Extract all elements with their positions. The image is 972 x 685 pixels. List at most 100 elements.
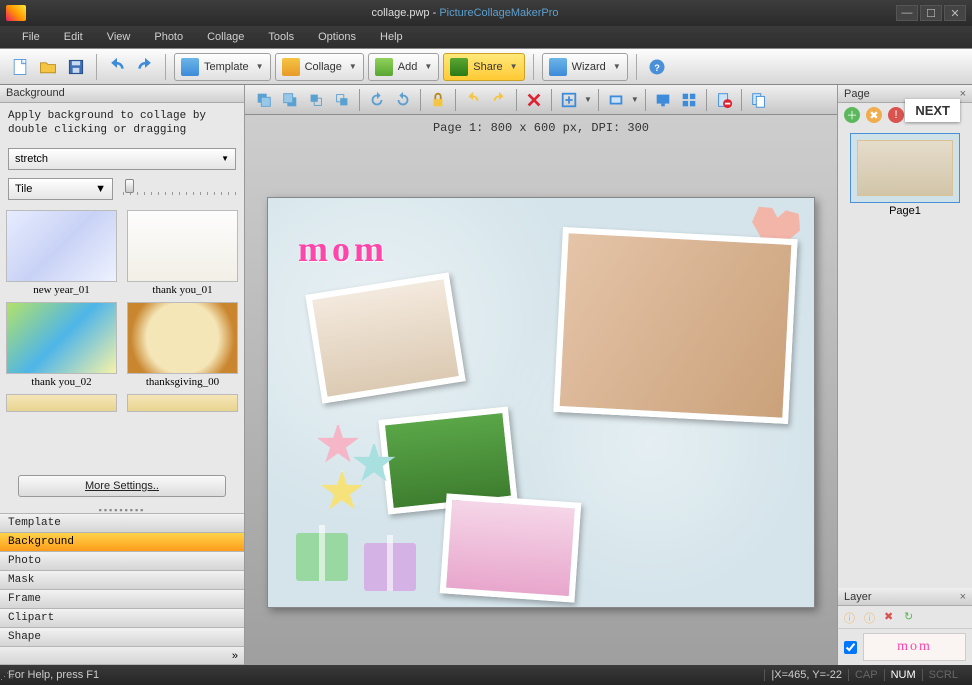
save-icon[interactable] [64, 55, 88, 79]
more-settings-button[interactable]: More Settings.. [18, 475, 226, 497]
add-dropdown[interactable]: Add▼ [368, 53, 440, 81]
page-thumbnail[interactable] [850, 133, 960, 203]
menu-edit[interactable]: Edit [54, 29, 93, 45]
status-bar: For Help, press F1 |X=465, Y=-22 CAP NUM… [0, 665, 972, 685]
background-hint: Apply background to collage by double cl… [0, 103, 244, 144]
tile-dropdown[interactable]: Tile▼ [8, 178, 113, 200]
layer-preview: mom [863, 633, 966, 661]
accordion-background[interactable]: Background [0, 533, 244, 552]
rotate-right-icon[interactable] [392, 89, 414, 111]
status-num: NUM [884, 669, 922, 681]
wizard-dropdown[interactable]: Wizard▼ [542, 53, 628, 81]
status-help: For Help, press F1 [8, 669, 99, 681]
copy-page-icon[interactable] [748, 89, 770, 111]
menu-bar: File Edit View Photo Collage Tools Optio… [0, 26, 972, 48]
open-icon[interactable] [36, 55, 60, 79]
fit-icon[interactable] [558, 89, 580, 111]
accordion-clipart[interactable]: Clipart [0, 609, 244, 628]
new-icon[interactable] [8, 55, 32, 79]
resize-grip-icon[interactable]: ⋰# [0, 671, 14, 685]
background-item[interactable] [127, 394, 238, 412]
send-back-icon[interactable] [253, 89, 275, 111]
status-coords: |X=465, Y=-22 [764, 669, 848, 681]
help-icon[interactable]: ? [645, 55, 669, 79]
next-button[interactable]: NEXT [905, 99, 960, 122]
background-item[interactable]: thank you_01 [127, 210, 238, 296]
stretch-dropdown[interactable]: stretch▼ [8, 148, 236, 170]
menu-view[interactable]: View [97, 29, 141, 45]
splitter-grip[interactable]: ▪▪▪▪▪▪▪▪▪ [0, 505, 244, 513]
redo2-icon[interactable] [488, 89, 510, 111]
accordion-template[interactable]: Template [0, 514, 244, 533]
title-bar: collage.pwp - PictureCollageMakerPro — ☐… [0, 0, 972, 26]
layer-visible-checkbox[interactable] [844, 641, 857, 654]
gift-sticker[interactable] [296, 533, 348, 581]
delete-icon[interactable] [523, 89, 545, 111]
menu-help[interactable]: Help [370, 29, 413, 45]
bring-front-icon[interactable] [279, 89, 301, 111]
undo-icon[interactable] [105, 55, 129, 79]
layer-info-icon[interactable]: ⓘ [844, 610, 858, 624]
right-panel: Page× ＋ ✖ ! ↻ ↯ Page1 Layer× ⓘ ⓘ ✖ ↻ mom [837, 85, 972, 665]
status-cap: CAP [848, 669, 884, 681]
canvas-toolbar: ▼ ▼ [245, 85, 837, 115]
accordion-photo[interactable]: Photo [0, 552, 244, 571]
page-panel-close-icon[interactable]: × [960, 88, 966, 100]
status-scrl: SCRL [922, 669, 964, 681]
preview-icon[interactable] [605, 89, 627, 111]
accordion-frame[interactable]: Frame [0, 590, 244, 609]
photo-main[interactable] [553, 226, 797, 423]
menu-file[interactable]: File [12, 29, 50, 45]
minimize-button[interactable]: — [896, 5, 918, 21]
collapse-strip[interactable]: » [0, 647, 244, 665]
main-toolbar: Template▼ Collage▼ Add▼ Share▼ Wizard▼ ? [0, 48, 972, 85]
canvas-area: ▼ ▼ Page 1: 800 x 600 px, DPI: 300 mom [245, 85, 837, 665]
background-item[interactable] [6, 394, 117, 412]
grid-icon[interactable] [678, 89, 700, 111]
accordion-mask[interactable]: Mask [0, 571, 244, 590]
menu-collage[interactable]: Collage [197, 29, 254, 45]
lock-icon[interactable] [427, 89, 449, 111]
remove-page-icon[interactable] [713, 89, 735, 111]
add-page-icon[interactable]: ＋ [844, 107, 860, 123]
mom-text[interactable]: mom [298, 228, 388, 270]
remove-page2-icon[interactable]: ✖ [866, 107, 882, 123]
display-icon[interactable] [652, 89, 674, 111]
layer-delete-icon[interactable]: ✖ [884, 610, 898, 624]
undo2-icon[interactable] [462, 89, 484, 111]
info-page-icon[interactable]: ! [888, 107, 904, 123]
layer-item[interactable]: mom [838, 628, 972, 665]
rotate-left-icon[interactable] [366, 89, 388, 111]
close-button[interactable]: ✕ [944, 5, 966, 21]
layer-refresh-icon[interactable]: ↻ [904, 610, 918, 624]
star-sticker[interactable] [320, 470, 364, 514]
bring-forward-icon[interactable] [331, 89, 353, 111]
photo-top-left[interactable] [305, 272, 465, 403]
star-sticker[interactable] [316, 423, 360, 467]
chevron-right-icon: » [232, 650, 238, 662]
menu-options[interactable]: Options [308, 29, 366, 45]
share-dropdown[interactable]: Share▼ [443, 53, 524, 81]
accordion-shape[interactable]: Shape [0, 628, 244, 647]
background-item[interactable]: new year_01 [6, 210, 117, 296]
layer-panel-close-icon[interactable]: × [960, 591, 966, 603]
send-backward-icon[interactable] [305, 89, 327, 111]
collage-dropdown[interactable]: Collage▼ [275, 53, 364, 81]
collage-canvas[interactable]: mom [267, 197, 815, 608]
background-grid: new year_01thank you_01thank you_02thank… [0, 204, 244, 469]
background-item[interactable]: thank you_02 [6, 302, 117, 388]
background-item[interactable]: thanksgiving_00 [127, 302, 238, 388]
preview-caret[interactable]: ▼ [631, 95, 639, 104]
layer-warn-icon[interactable]: ⓘ [864, 610, 878, 624]
redo-icon[interactable] [133, 55, 157, 79]
zoom-slider[interactable] [123, 179, 236, 199]
photo-bottom[interactable] [440, 493, 582, 602]
maximize-button[interactable]: ☐ [920, 5, 942, 21]
page-info: Page 1: 800 x 600 px, DPI: 300 [245, 115, 837, 139]
left-panel: Background Apply background to collage b… [0, 85, 245, 665]
menu-photo[interactable]: Photo [144, 29, 193, 45]
gift-sticker[interactable] [364, 543, 416, 591]
menu-tools[interactable]: Tools [258, 29, 304, 45]
template-dropdown[interactable]: Template▼ [174, 53, 271, 81]
fit-caret[interactable]: ▼ [584, 95, 592, 104]
